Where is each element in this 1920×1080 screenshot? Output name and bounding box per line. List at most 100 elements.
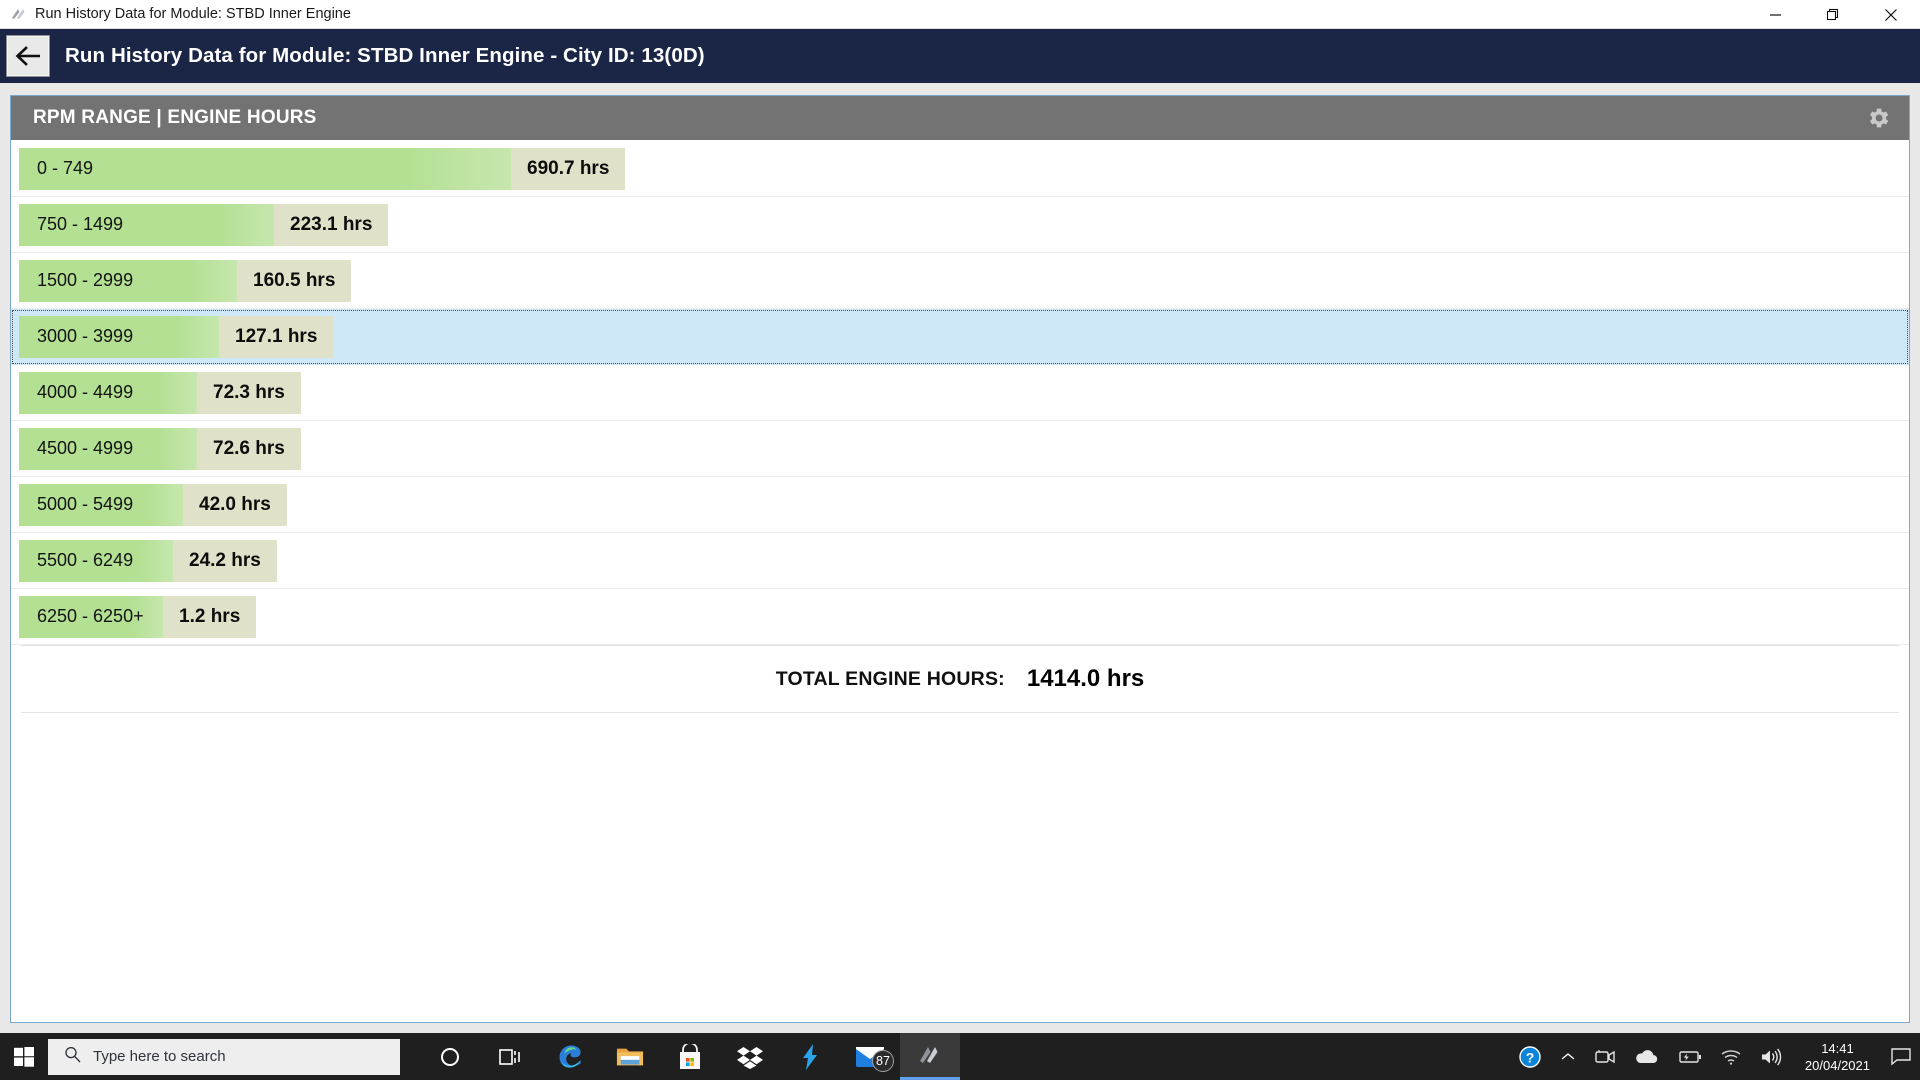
engine-hours-value-box: 24.2 hrs [173, 539, 277, 582]
rpm-range-bar: 4500 - 4999 [19, 427, 197, 470]
rpm-range-bar: 6250 - 6250+ [19, 595, 163, 638]
engine-hours-value: 42.0 hrs [199, 493, 271, 515]
rpm-row[interactable]: 1500 - 2999 160.5 hrs [11, 253, 1909, 309]
cortana-icon [441, 1047, 459, 1066]
taskbar-item-task-view-icon[interactable] [480, 1033, 540, 1080]
engine-hours-value: 127.1 hrs [235, 325, 318, 347]
rpm-row[interactable]: 4000 - 4499 72.3 hrs [11, 365, 1909, 421]
engine-hours-value: 72.3 hrs [213, 381, 285, 403]
engine-hours-value: 160.5 hrs [253, 269, 336, 291]
engine-hours-value-box: 42.0 hrs [183, 483, 287, 526]
clock-time: 14:41 [1821, 1040, 1854, 1056]
microsoft-store-icon [680, 1043, 700, 1069]
page-title: Run History Data for Module: STBD Inner … [65, 44, 705, 67]
task-view-icon [499, 1048, 520, 1065]
panel-header-title: RPM RANGE | ENGINE HOURS [33, 107, 317, 128]
engine-hours-value: 24.2 hrs [189, 549, 261, 571]
mail-badge: 87 [872, 1050, 894, 1072]
taskbar-item-microsoft-store-icon[interactable] [660, 1033, 720, 1080]
rpm-row[interactable]: 5500 - 6249 24.2 hrs [11, 533, 1909, 589]
settings-button[interactable] [1861, 101, 1895, 135]
window-controls [1746, 0, 1920, 29]
panel-empty-area [11, 713, 1909, 1022]
content-area: RPM RANGE | ENGINE HOURS 0 - 749 690.7 hr… [0, 83, 1920, 1033]
action-center-icon[interactable] [1882, 1033, 1920, 1080]
taskbar-item-file-explorer-icon[interactable] [600, 1033, 660, 1080]
edge-icon [559, 1045, 581, 1068]
back-button[interactable] [6, 35, 50, 77]
rpm-range-bar: 5000 - 5499 [19, 483, 183, 526]
window-title-bar: Run History Data for Module: STBD Inner … [0, 0, 1920, 29]
wifi-icon[interactable] [1711, 1033, 1751, 1080]
system-tray: ? 14:41 20/04/2021 [1509, 1033, 1920, 1080]
rpm-range-label: 5500 - 6249 [37, 550, 134, 570]
search-placeholder: Type here to search [93, 1048, 226, 1065]
dropbox-icon [737, 1046, 763, 1069]
app-header: Run History Data for Module: STBD Inner … [0, 29, 1920, 83]
rpm-row[interactable]: 4500 - 4999 72.6 hrs [11, 421, 1909, 477]
engine-hours-value-box: 160.5 hrs [237, 259, 352, 302]
rpm-range-label: 4000 - 4499 [37, 382, 134, 402]
window-title: Run History Data for Module: STBD Inner … [35, 6, 351, 22]
rpm-range-bar: 4000 - 4499 [19, 371, 197, 414]
rpm-row[interactable]: 750 - 1499 223.1 hrs [11, 197, 1909, 253]
app-icon [8, 4, 28, 24]
rpm-row[interactable]: 6250 - 6250+ 1.2 hrs [11, 589, 1909, 645]
back-arrow-icon [15, 46, 40, 66]
taskbar-apps: 87 [420, 1033, 960, 1080]
rpm-row[interactable]: 0 - 749 690.7 hrs [11, 141, 1909, 197]
total-row: TOTAL ENGINE HOURS: 1414.0 hrs [21, 645, 1899, 713]
clock-date: 20/04/2021 [1804, 1057, 1870, 1073]
svg-text:?: ? [1526, 1049, 1535, 1065]
engine-hours-value: 1.2 hrs [179, 605, 241, 627]
engine-hours-value-box: 127.1 hrs [219, 315, 334, 358]
engine-hours-value: 223.1 hrs [290, 213, 373, 235]
engine-hours-value-box: 1.2 hrs [163, 595, 257, 638]
rpm-range-label: 5000 - 5499 [37, 494, 134, 514]
start-button[interactable] [0, 1033, 48, 1080]
show-hidden-icons-icon[interactable] [1551, 1033, 1585, 1080]
file-explorer-icon [616, 1048, 644, 1065]
screen-record-icon[interactable] [1585, 1033, 1625, 1080]
rpm-row[interactable]: 3000 - 3999 127.1 hrs [11, 309, 1909, 365]
engine-hours-value: 72.6 hrs [213, 437, 285, 459]
rpm-range-bar: 3000 - 3999 [19, 315, 219, 358]
engine-hours-value: 690.7 hrs [527, 157, 610, 179]
rpm-range-label: 6250 - 6250+ [37, 606, 144, 626]
engine-hours-value-box: 223.1 hrs [274, 203, 389, 246]
taskbar-item-cortana-icon[interactable] [420, 1033, 480, 1080]
help-icon[interactable]: ? [1509, 1033, 1551, 1080]
rpm-range-label: 750 - 1499 [37, 214, 124, 234]
maximize-restore-button[interactable] [1804, 0, 1862, 29]
search-icon [64, 1046, 81, 1068]
engine-hours-value-box: 690.7 hrs [511, 147, 626, 190]
engine-hours-value-box: 72.6 hrs [197, 427, 301, 470]
taskbar-item-run-history-app-icon[interactable] [900, 1033, 960, 1080]
rpm-range-bar: 1500 - 2999 [19, 259, 237, 302]
rpm-range-bar: 5500 - 6249 [19, 539, 173, 582]
total-value: 1414.0 hrs [1026, 665, 1145, 692]
run-history-panel: RPM RANGE | ENGINE HOURS 0 - 749 690.7 hr… [10, 95, 1910, 1023]
rpm-range-label: 1500 - 2999 [37, 270, 134, 290]
taskbar: Type here to search 87 ? 14:41 20/04/202… [0, 1033, 1920, 1080]
taskbar-item-dropbox-icon[interactable] [720, 1033, 780, 1080]
volume-icon[interactable] [1751, 1033, 1793, 1080]
rpm-row[interactable]: 5000 - 5499 42.0 hrs [11, 477, 1909, 533]
rpm-range-label: 0 - 749 [37, 158, 94, 178]
engine-hours-value-box: 72.3 hrs [197, 371, 301, 414]
onedrive-icon[interactable] [1625, 1033, 1667, 1080]
search-input[interactable]: Type here to search [48, 1038, 400, 1075]
total-label: TOTAL ENGINE HOURS: [775, 667, 1005, 690]
minimize-button[interactable] [1746, 0, 1804, 29]
taskbar-item-lightning-app-icon[interactable] [780, 1033, 840, 1080]
taskbar-item-mail-icon[interactable]: 87 [840, 1033, 900, 1080]
taskbar-clock[interactable]: 14:41 20/04/2021 [1793, 1033, 1882, 1080]
rpm-range-bar: 0 - 749 [19, 147, 511, 190]
gear-icon [1869, 108, 1889, 128]
rpm-range-label: 4500 - 4999 [37, 438, 134, 458]
close-button[interactable] [1862, 0, 1920, 29]
battery-charging-icon[interactable] [1667, 1033, 1711, 1080]
lightning-app-icon [803, 1043, 817, 1070]
taskbar-item-edge-icon[interactable] [540, 1033, 600, 1080]
rpm-range-label: 3000 - 3999 [37, 326, 134, 346]
